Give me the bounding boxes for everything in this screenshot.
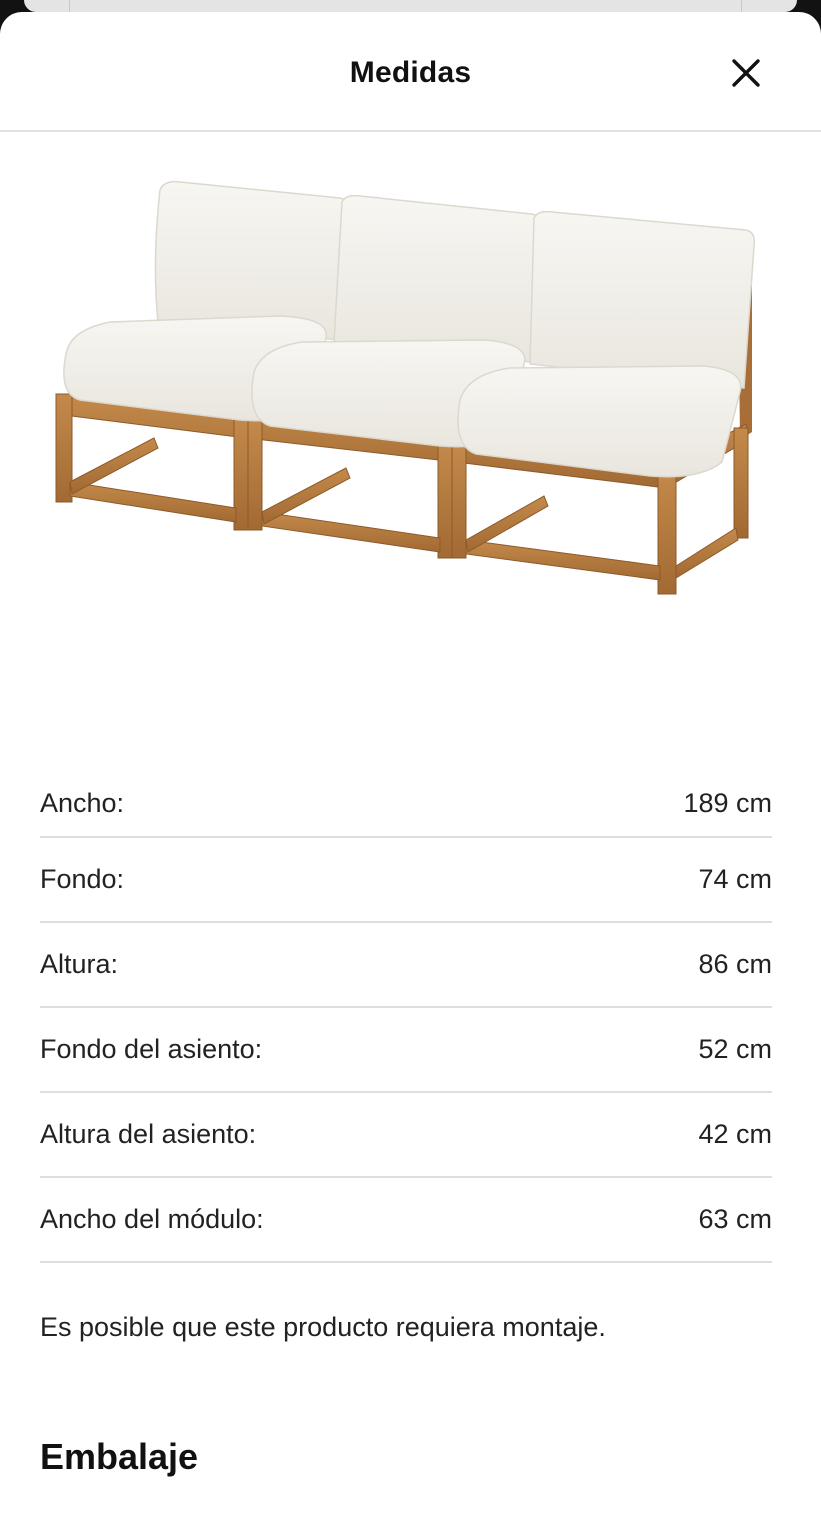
dimension-label: Fondo: [40,864,125,894]
dimension-label: Altura: [40,949,119,979]
sheet-header: Medidas [0,12,821,132]
background-search-bar [24,0,797,12]
dimension-label: Fondo del asiento: [40,1034,263,1064]
dimension-value: 86 cm [698,949,772,979]
dimension-row-height: Altura: 86 cm [40,923,772,1008]
dimension-row-seat-depth: Fondo del asiento: 52 cm [40,1008,772,1093]
dimension-value: 52 cm [698,1034,772,1064]
dimensions-table: Ancho: 189 cm Fondo: 74 cm Altura: 86 cm… [40,772,772,1263]
packaging-heading[interactable]: Embalaje [40,1436,198,1478]
divider [69,0,70,12]
divider [741,0,742,12]
close-button[interactable] [722,53,770,93]
back-cushion [333,194,542,363]
dimension-value: 189 cm [683,788,772,818]
dimension-label: Ancho: [40,788,125,818]
dimension-row-module-width: Ancho del módulo: 63 cm [40,1178,772,1263]
dimension-label: Ancho del módulo: [40,1204,264,1234]
dimension-value: 63 cm [698,1204,772,1234]
dimension-row-depth: Fondo: 74 cm [40,838,772,923]
dimension-value: 42 cm [698,1119,772,1149]
dimension-row-seat-height: Altura del asiento: 42 cm [40,1093,772,1178]
dimension-value: 74 cm [698,864,772,894]
back-cushion [529,210,756,389]
dimension-label: Altura del asiento: [40,1119,257,1149]
dimension-row-width: Ancho: 189 cm [40,772,772,838]
assembly-note: Es posible que este producto requiera mo… [40,1312,606,1342]
sheet-title: Medidas [349,56,472,89]
sofa-image [55,180,756,595]
close-icon [732,59,760,87]
measurements-sheet: Medidas Ancho: 189 cm Fondo: 74 cm Altur… [0,12,821,1532]
